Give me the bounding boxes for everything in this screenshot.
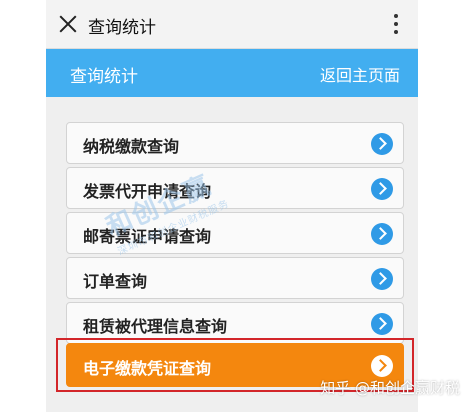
page-header: 查询统计 返回主页面 (46, 49, 418, 97)
back-home-link[interactable]: 返回主页面 (320, 62, 400, 86)
chevron-right-icon (371, 133, 393, 155)
menu-item-label: 纳税缴款查询 (83, 137, 180, 156)
chevron-right-icon (371, 223, 393, 245)
menu-item-order-query[interactable]: 订单查询 (66, 257, 404, 299)
menu-item-label: 邮寄票证申请查询 (83, 227, 212, 246)
menu-item-tax-payment-query[interactable]: 纳税缴款查询 (66, 122, 404, 164)
window-title: 查询统计 (88, 18, 156, 38)
chevron-right-icon (371, 178, 393, 200)
more-icon[interactable] (386, 12, 406, 36)
phone-screen: 查询统计 查询统计 返回主页面 纳税缴款查询 发票代开申请查询 邮寄票证申请查询… (46, 0, 418, 412)
menu-item-mail-ticket-query[interactable]: 邮寄票证申请查询 (66, 212, 404, 254)
menu-item-invoice-issue-query[interactable]: 发票代开申请查询 (66, 167, 404, 209)
menu-item-label: 订单查询 (83, 272, 148, 291)
title-bar: 查询统计 (46, 0, 418, 49)
page-title: 查询统计 (70, 67, 138, 87)
chevron-right-icon (371, 268, 393, 290)
chevron-right-icon (371, 313, 393, 335)
menu-item-label: 租赁被代理信息查询 (83, 317, 228, 336)
close-icon[interactable] (58, 14, 78, 34)
source-credit: 知乎 @和创企赢财税 (320, 379, 460, 397)
menu-item-label: 发票代开申请查询 (83, 182, 212, 201)
